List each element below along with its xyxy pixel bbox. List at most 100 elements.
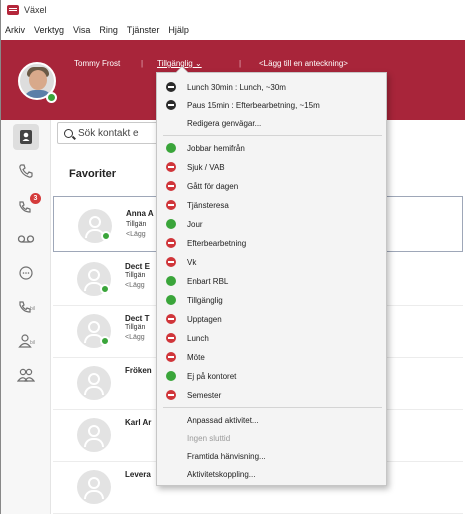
menu-item-efterbearbetning[interactable]: Efterbearbetning (157, 234, 386, 252)
contact-card-icon (20, 130, 32, 144)
contact-status: Tillgän (125, 272, 146, 279)
menu-item-vk[interactable]: Vk (157, 253, 386, 271)
group-icon (17, 368, 35, 382)
menu-item-label: Semester (187, 390, 222, 400)
menu-item-label: Upptagen (187, 314, 222, 324)
person-sublabel: bil (30, 340, 36, 346)
shortcut-status-icon (166, 82, 176, 92)
contact-status: Tillgän (126, 221, 147, 228)
contact-note: <Lägg (125, 334, 145, 341)
rail-voicemail[interactable] (14, 228, 38, 250)
menu-item-sjuk-vab[interactable]: Sjuk / VAB (157, 158, 386, 176)
contact-name: Dect E (125, 262, 150, 271)
menu-item-label: Ingen sluttid (187, 433, 231, 443)
menu-verktyg[interactable]: Verktyg (34, 25, 64, 35)
menu-item-label: Vk (187, 257, 197, 267)
contact-name: Levera (125, 470, 151, 479)
menu-item-label: Jobbar hemifrån (187, 143, 245, 153)
rail-phone[interactable] (14, 160, 38, 182)
menu-item-tjansteresa[interactable]: Tjänsteresa (157, 196, 386, 214)
menu-item-label: Gått för dagen (187, 181, 239, 191)
contact-presence-indicator (101, 231, 111, 241)
chevron-down-icon: ⌄ (194, 59, 202, 68)
menu-item-no-end-time: Ingen sluttid (157, 429, 386, 447)
menu-item-edit-shortcuts[interactable]: Redigera genvägar... (157, 114, 386, 132)
contact-name: Anna A (126, 209, 154, 218)
menu-item-semester[interactable]: Semester (157, 386, 386, 404)
voicemail-count-badge: 3 (30, 193, 41, 204)
rail-chat[interactable] (14, 262, 38, 284)
menu-item-label: Sjuk / VAB (187, 162, 225, 172)
menu-item-upptagen[interactable]: Upptagen (157, 310, 386, 328)
contact-status: Tillgän (125, 324, 146, 331)
menu-item-future-referral[interactable]: Framtida hänvisning... (157, 447, 386, 465)
busy-status-icon (166, 352, 176, 362)
menu-item-label: Aktivitetskoppling... (187, 469, 256, 479)
menu-item-label: Anpassad aktivitet... (187, 415, 259, 425)
add-note-link[interactable]: <Lägg till en anteckning> (259, 59, 348, 68)
contact-note: <Lägg (125, 282, 145, 289)
menu-item-gatt-for-dagen[interactable]: Gått för dagen (157, 177, 386, 195)
menu-visa[interactable]: Visa (73, 25, 90, 35)
rail-groups[interactable] (14, 364, 38, 386)
chat-bubble-icon (19, 266, 33, 280)
menu-item-lunch-30min[interactable]: Lunch 30min : Lunch, ~30m (157, 78, 386, 96)
available-status-icon (166, 143, 176, 153)
contact-search-input[interactable]: Sök kontakt e (57, 122, 167, 144)
menu-item-label: Lunch (187, 333, 209, 343)
available-status-icon (166, 276, 176, 286)
menu-bar: Arkiv Verktyg Visa Ring Tjänster Hjälp (1, 20, 465, 40)
menu-hjalp[interactable]: Hjälp (168, 25, 189, 35)
contact-name: Fröken (125, 366, 152, 375)
available-status-icon (166, 219, 176, 229)
menu-item-jobbar-hemifran[interactable]: Jobbar hemifrån (157, 139, 386, 157)
menu-item-paus-15min[interactable]: Paus 15min : Efterbearbetning, ~15m (157, 96, 386, 114)
menu-item-custom-activity[interactable]: Anpassad aktivitet... (157, 411, 386, 429)
menu-item-mote[interactable]: Möte (157, 348, 386, 366)
menu-item-tillganglig[interactable]: Tillgänglig (157, 291, 386, 309)
app-logo-icon (7, 5, 19, 15)
menu-item-label: Tillgänglig (187, 295, 223, 305)
status-dropdown-menu: Lunch 30min : Lunch, ~30m Paus 15min : E… (156, 66, 387, 486)
menu-item-label: Lunch 30min : Lunch, ~30m (187, 82, 286, 92)
app-window: Växel Arkiv Verktyg Visa Ring Tjänster H… (0, 0, 465, 514)
missed-calls-sublabel: bil (30, 306, 36, 312)
user-presence-indicator (46, 92, 57, 103)
available-status-icon (166, 371, 176, 381)
busy-status-icon (166, 257, 176, 267)
menu-item-label: Möte (187, 352, 205, 362)
menu-tjanster[interactable]: Tjänster (127, 25, 160, 35)
menu-item-label: Efterbearbetning (187, 238, 247, 248)
menu-item-label: Jour (187, 219, 203, 229)
busy-status-icon (166, 238, 176, 248)
phone-icon (19, 164, 33, 178)
window-title: Växel (24, 5, 47, 15)
menu-item-lunch[interactable]: Lunch (157, 329, 386, 347)
rail-missed-calls[interactable]: bil (14, 296, 38, 318)
menu-arkiv[interactable]: Arkiv (5, 25, 25, 35)
header-separator: | (141, 59, 144, 68)
rail-contacts-card[interactable] (13, 124, 39, 150)
left-rail: 3 bil bil (1, 120, 51, 514)
contact-presence-indicator (100, 336, 110, 346)
menu-item-label: Framtida hänvisning... (187, 451, 266, 461)
menu-item-enbart-rbl[interactable]: Enbart RBL (157, 272, 386, 290)
contact-name: Karl Ar (125, 418, 152, 427)
menu-divider (163, 407, 382, 408)
contact-presence-indicator (100, 284, 110, 294)
contact-note: <Lägg (126, 231, 146, 238)
rail-call-history[interactable]: 3 (14, 193, 41, 218)
title-bar: Växel (1, 0, 465, 20)
menu-item-activity-link[interactable]: Aktivitetskoppling... (157, 465, 386, 483)
menu-item-ej-pa-kontoret[interactable]: Ej på kontoret (157, 367, 386, 385)
contact-avatar-icon (77, 366, 111, 400)
user-name: Tommy Frost (74, 59, 121, 68)
favorites-heading: Favoriter (69, 168, 117, 180)
rail-person[interactable]: bil (14, 330, 38, 352)
menu-ring[interactable]: Ring (99, 25, 118, 35)
menu-item-jour[interactable]: Jour (157, 215, 386, 233)
menu-divider (163, 135, 382, 136)
menu-item-label: Enbart RBL (187, 276, 229, 286)
search-text: Sök kontakt e (78, 127, 139, 139)
menu-item-label: Paus 15min : Efterbearbetning, ~15m (187, 100, 320, 110)
